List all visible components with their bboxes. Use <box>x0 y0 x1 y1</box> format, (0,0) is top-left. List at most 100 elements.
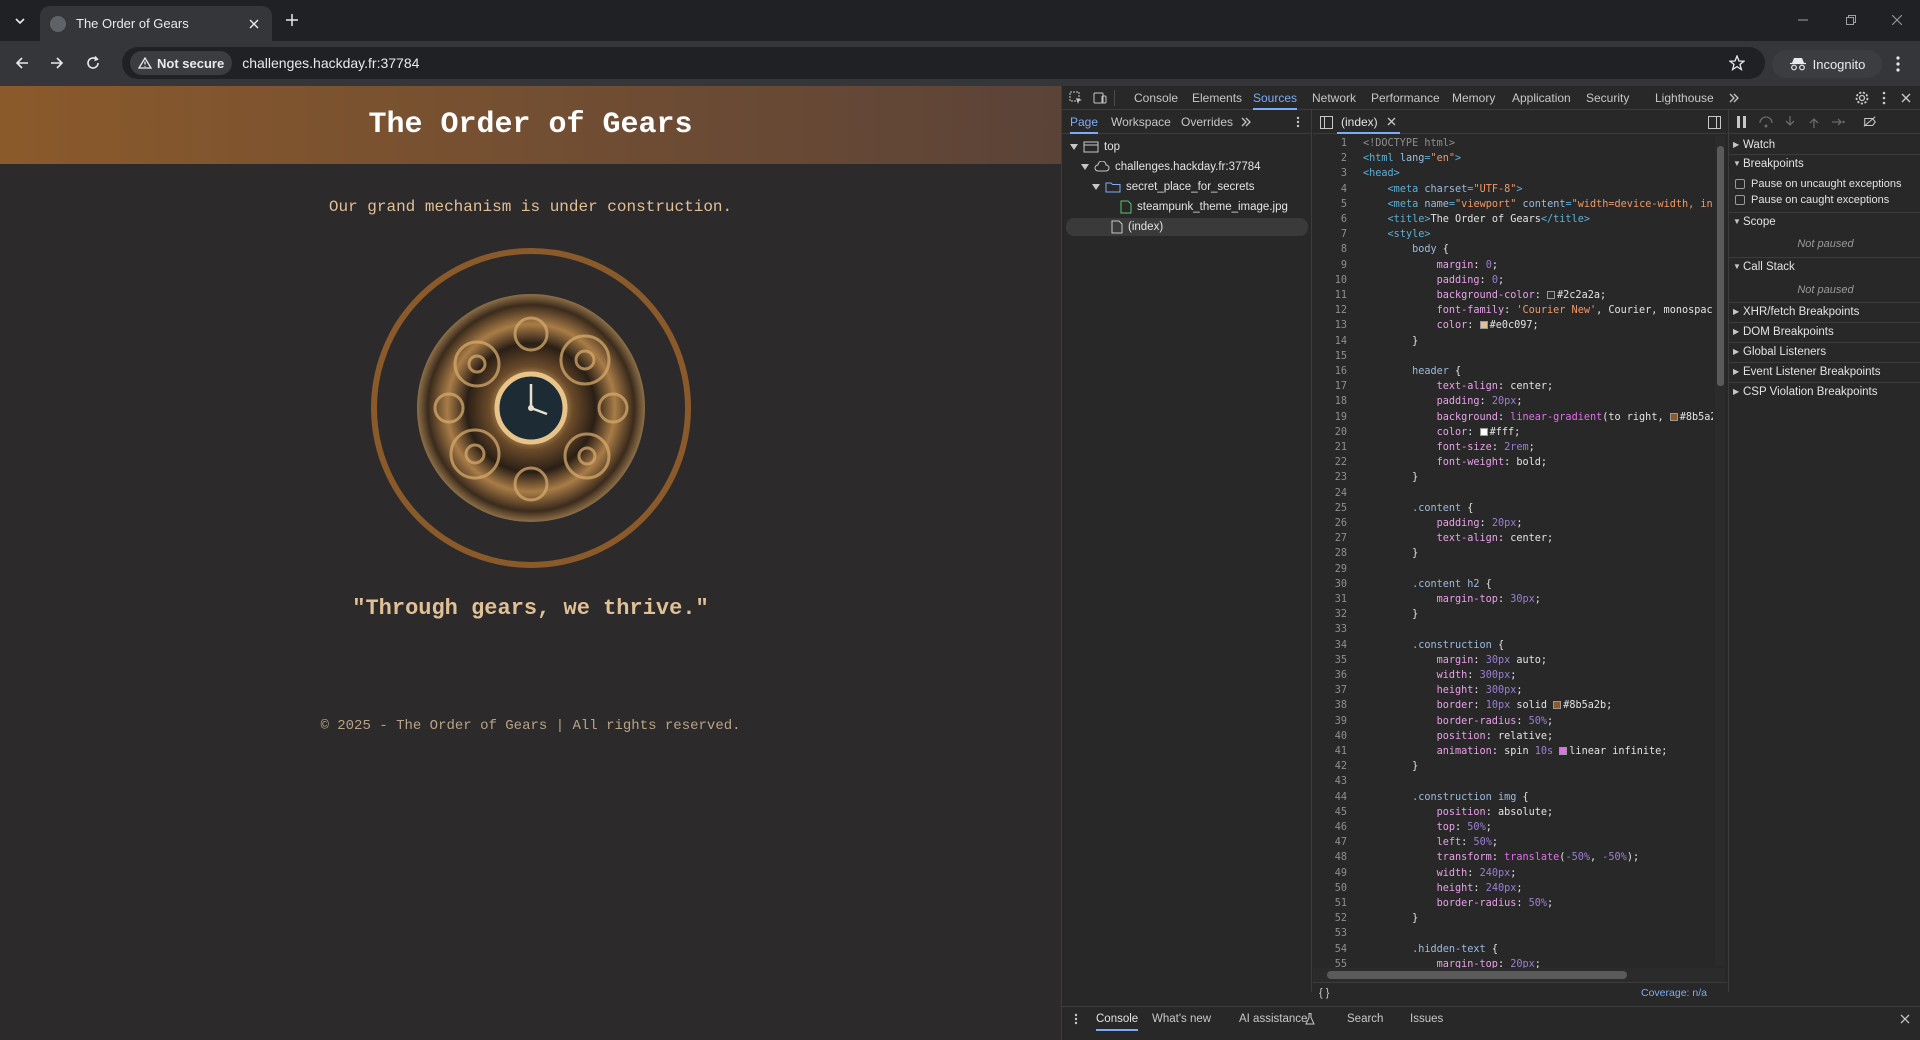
code-line[interactable]: 34 .construction { <box>1313 638 1713 653</box>
browser-menu-button[interactable] <box>1888 54 1908 74</box>
code-line[interactable]: 29 <box>1313 562 1713 577</box>
section-scope[interactable]: ▼ Scope <box>1729 212 1920 231</box>
code-line[interactable]: 13 color: #e0c097; <box>1313 318 1713 333</box>
code-line[interactable]: 5 <meta name="viewport" content="width=d… <box>1313 197 1713 212</box>
line-number[interactable]: 2 <box>1313 151 1347 166</box>
new-tab-button[interactable] <box>282 10 302 30</box>
code-line[interactable]: 21 font-size: 2rem; <box>1313 440 1713 455</box>
tab-elements[interactable]: Elements <box>1192 86 1242 110</box>
line-number[interactable]: 50 <box>1313 881 1347 896</box>
line-number[interactable]: 25 <box>1313 501 1347 516</box>
code-line[interactable]: 47 left: 50%; <box>1313 835 1713 850</box>
code-line[interactable]: 12 font-family: 'Courier New', Courier, … <box>1313 303 1713 318</box>
code-line[interactable]: 17 text-align: center; <box>1313 379 1713 394</box>
code-line[interactable]: 4 <meta charset="UTF-8"> <box>1313 182 1713 197</box>
line-number[interactable]: 29 <box>1313 562 1347 577</box>
code-line[interactable]: 11 background-color: #2c2a2a; <box>1313 288 1713 303</box>
code-line[interactable]: 7 <style> <box>1313 227 1713 242</box>
section-xhr-breakpoints[interactable]: ▶ XHR/fetch Breakpoints <box>1729 302 1920 321</box>
line-number[interactable]: 43 <box>1313 774 1347 789</box>
tree-node-folder[interactable]: secret_place_for_secrets <box>1092 178 1254 196</box>
editor-vertical-scrollbar[interactable] <box>1715 136 1725 966</box>
code-line[interactable]: 50 height: 240px; <box>1313 881 1713 896</box>
code-line[interactable]: 28 } <box>1313 546 1713 561</box>
line-number[interactable]: 9 <box>1313 258 1347 273</box>
security-chip[interactable]: Not secure <box>130 51 233 75</box>
line-number[interactable]: 51 <box>1313 896 1347 911</box>
line-number[interactable]: 21 <box>1313 440 1347 455</box>
line-number[interactable]: 28 <box>1313 546 1347 561</box>
line-number[interactable]: 18 <box>1313 394 1347 409</box>
line-number[interactable]: 34 <box>1313 638 1347 653</box>
settings-button[interactable] <box>1854 90 1870 106</box>
reload-button[interactable] <box>79 49 107 77</box>
drawer-tab-issues[interactable]: Issues <box>1410 1007 1443 1031</box>
line-number[interactable]: 6 <box>1313 212 1347 227</box>
line-number[interactable]: 33 <box>1313 622 1347 637</box>
pause-button[interactable] <box>1735 115 1749 129</box>
code-line[interactable]: 30 .content h2 { <box>1313 577 1713 592</box>
code-line[interactable]: 3 <head> <box>1313 166 1713 181</box>
more-tabs-button[interactable] <box>1726 90 1742 106</box>
scroll-thumb[interactable] <box>1327 971 1627 979</box>
tab-memory[interactable]: Memory <box>1452 86 1495 110</box>
device-toolbar-button[interactable] <box>1092 90 1108 106</box>
color-swatch[interactable] <box>1669 412 1678 421</box>
code-line[interactable]: 39 border-radius: 50%; <box>1313 714 1713 729</box>
code-line[interactable]: 23 } <box>1313 470 1713 485</box>
scroll-thumb[interactable] <box>1717 146 1724 386</box>
line-number[interactable]: 35 <box>1313 653 1347 668</box>
address-bar[interactable]: Not secure challenges.hackday.fr:37784 <box>122 47 1765 79</box>
line-number[interactable]: 55 <box>1313 957 1347 968</box>
tab-sources[interactable]: Sources <box>1253 86 1298 110</box>
line-number[interactable]: 39 <box>1313 714 1347 729</box>
step-button[interactable] <box>1831 115 1845 129</box>
pause-uncaught-checkbox[interactable]: Pause on uncaught exceptions <box>1735 178 1901 190</box>
tab-search-button[interactable] <box>8 9 32 33</box>
line-number[interactable]: 52 <box>1313 911 1347 926</box>
window-close-button[interactable] <box>1874 0 1920 40</box>
line-number[interactable]: 46 <box>1313 820 1347 835</box>
section-dom-breakpoints[interactable]: ▶ DOM Breakpoints <box>1729 322 1920 341</box>
line-number[interactable]: 16 <box>1313 364 1347 379</box>
restore-button[interactable] <box>1828 0 1874 40</box>
close-drawer-button[interactable] <box>1898 1012 1912 1026</box>
tab-security[interactable]: Security <box>1586 86 1629 110</box>
line-number[interactable]: 49 <box>1313 866 1347 881</box>
section-event-listener-breakpoints[interactable]: ▶ Event Listener Breakpoints <box>1729 362 1920 381</box>
code-line[interactable]: 54 .hidden-text { <box>1313 942 1713 957</box>
line-number[interactable]: 26 <box>1313 516 1347 531</box>
line-number[interactable]: 40 <box>1313 729 1347 744</box>
step-over-button[interactable] <box>1759 115 1773 129</box>
drawer-tab-whats-new[interactable]: What's new <box>1152 1007 1211 1031</box>
line-number[interactable]: 53 <box>1313 926 1347 941</box>
code-line[interactable]: 51 border-radius: 50%; <box>1313 896 1713 911</box>
line-number[interactable]: 5 <box>1313 197 1347 212</box>
code-line[interactable]: 44 .construction img { <box>1313 790 1713 805</box>
line-number[interactable]: 10 <box>1313 273 1347 288</box>
drawer-tab-ai-assistance[interactable]: AI assistance <box>1239 1007 1307 1031</box>
line-number[interactable]: 30 <box>1313 577 1347 592</box>
code-line[interactable]: 10 padding: 0; <box>1313 273 1713 288</box>
section-csp-breakpoints[interactable]: ▶ CSP Violation Breakpoints <box>1729 382 1920 401</box>
line-number[interactable]: 22 <box>1313 455 1347 470</box>
line-number[interactable]: 41 <box>1313 744 1347 759</box>
line-number[interactable]: 48 <box>1313 850 1347 865</box>
code-line[interactable]: 14 } <box>1313 334 1713 349</box>
tree-node-index[interactable]: (index) <box>1066 218 1308 236</box>
code-line[interactable]: 26 padding: 20px; <box>1313 516 1713 531</box>
code-line[interactable]: 48 transform: translate(-50%, -50%); <box>1313 850 1713 865</box>
line-number[interactable]: 42 <box>1313 759 1347 774</box>
step-out-button[interactable] <box>1807 115 1821 129</box>
section-breakpoints[interactable]: ▼ Breakpoints <box>1729 154 1920 173</box>
editor-horizontal-scrollbar[interactable] <box>1313 968 1725 982</box>
close-devtools-button[interactable] <box>1898 90 1914 106</box>
toggle-debugger-button[interactable] <box>1707 115 1721 129</box>
toggle-navigator-button[interactable] <box>1319 115 1333 129</box>
inspect-element-button[interactable] <box>1068 90 1084 106</box>
coverage-status[interactable]: Coverage: n/a <box>1641 987 1707 999</box>
subtab-page[interactable]: Page <box>1070 110 1099 134</box>
line-number[interactable]: 38 <box>1313 698 1347 713</box>
code-line[interactable]: 38 border: 10px solid #8b5a2b; <box>1313 698 1713 713</box>
line-number[interactable]: 24 <box>1313 486 1347 501</box>
